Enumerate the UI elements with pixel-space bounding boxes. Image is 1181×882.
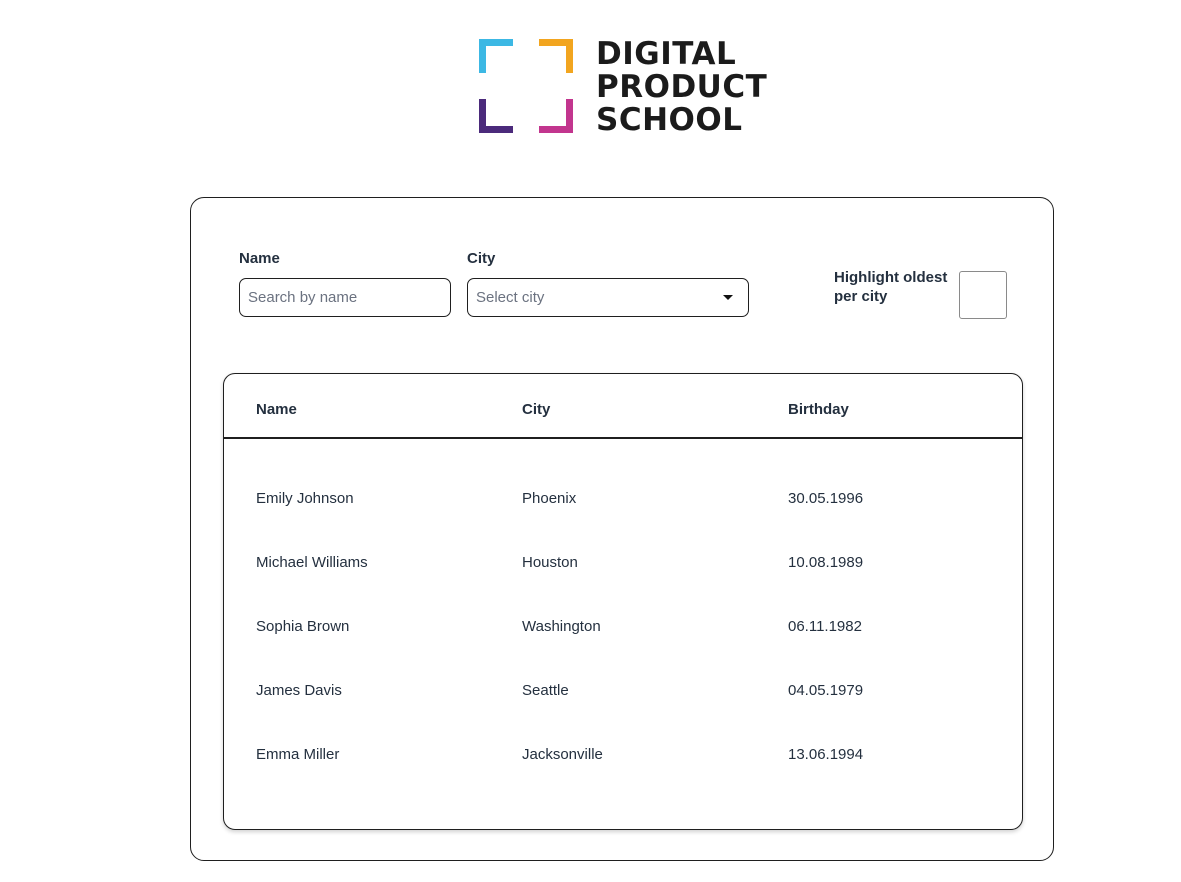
page: DIGITAL PRODUCT SCHOOL Name City Select …: [0, 0, 1181, 882]
cell-city: Washington: [522, 618, 601, 635]
cell-name: James Davis: [256, 682, 342, 699]
city-select-placeholder: Select city: [476, 289, 545, 306]
people-card: Name City Select city Highlight oldest p…: [190, 197, 1054, 861]
cell-city: Houston: [522, 554, 578, 571]
column-header-birthday[interactable]: Birthday: [788, 401, 849, 418]
logo-line-2: PRODUCT: [596, 69, 768, 105]
cell-name: Sophia Brown: [256, 618, 350, 635]
name-filter-label: Name: [239, 250, 280, 267]
cell-birthday: 30.05.1996: [788, 490, 864, 507]
cell-birthday: 04.05.1979: [788, 682, 864, 699]
logo-wordmark: DIGITAL PRODUCT SCHOOL: [596, 38, 767, 137]
table-row: Michael Williams Houston 10.08.1989: [224, 554, 1022, 618]
column-header-name[interactable]: Name: [256, 401, 297, 418]
digital-product-school-logo: DIGITAL PRODUCT SCHOOL: [479, 38, 779, 137]
table-row: Emma Miller Jacksonville 13.06.1994: [224, 746, 1022, 810]
logo-brackets-icon: [479, 39, 573, 133]
table-header: Name City Birthday: [224, 374, 1022, 439]
cell-name: Michael Williams: [256, 554, 368, 571]
table-row: Sophia Brown Washington 06.11.1982: [224, 618, 1022, 682]
cell-birthday: 10.08.1989: [788, 554, 864, 571]
table-row: Emily Johnson Phoenix 30.05.1996: [224, 490, 1022, 554]
city-filter-label: City: [467, 250, 496, 267]
logo-line-3: SCHOOL: [596, 102, 743, 138]
name-search-input[interactable]: [239, 278, 451, 317]
cell-name: Emma Miller: [256, 746, 340, 763]
cell-city: Seattle: [522, 682, 569, 699]
cell-name: Emily Johnson: [256, 490, 354, 507]
cell-city: Phoenix: [522, 490, 577, 507]
city-select[interactable]: Select city: [467, 278, 749, 317]
people-table: Name City Birthday Emily Johnson Phoenix…: [223, 373, 1023, 830]
cell-birthday: 06.11.1982: [788, 618, 862, 635]
table-row: James Davis Seattle 04.05.1979: [224, 682, 1022, 746]
highlight-oldest-label: Highlight oldest per city: [834, 269, 948, 305]
chevron-down-icon: [723, 295, 733, 300]
highlight-oldest-checkbox[interactable]: [959, 271, 1007, 319]
column-header-city[interactable]: City: [522, 401, 550, 418]
logo-line-1: DIGITAL: [596, 36, 737, 72]
cell-birthday: 13.06.1994: [788, 746, 864, 763]
cell-city: Jacksonville: [522, 746, 603, 763]
